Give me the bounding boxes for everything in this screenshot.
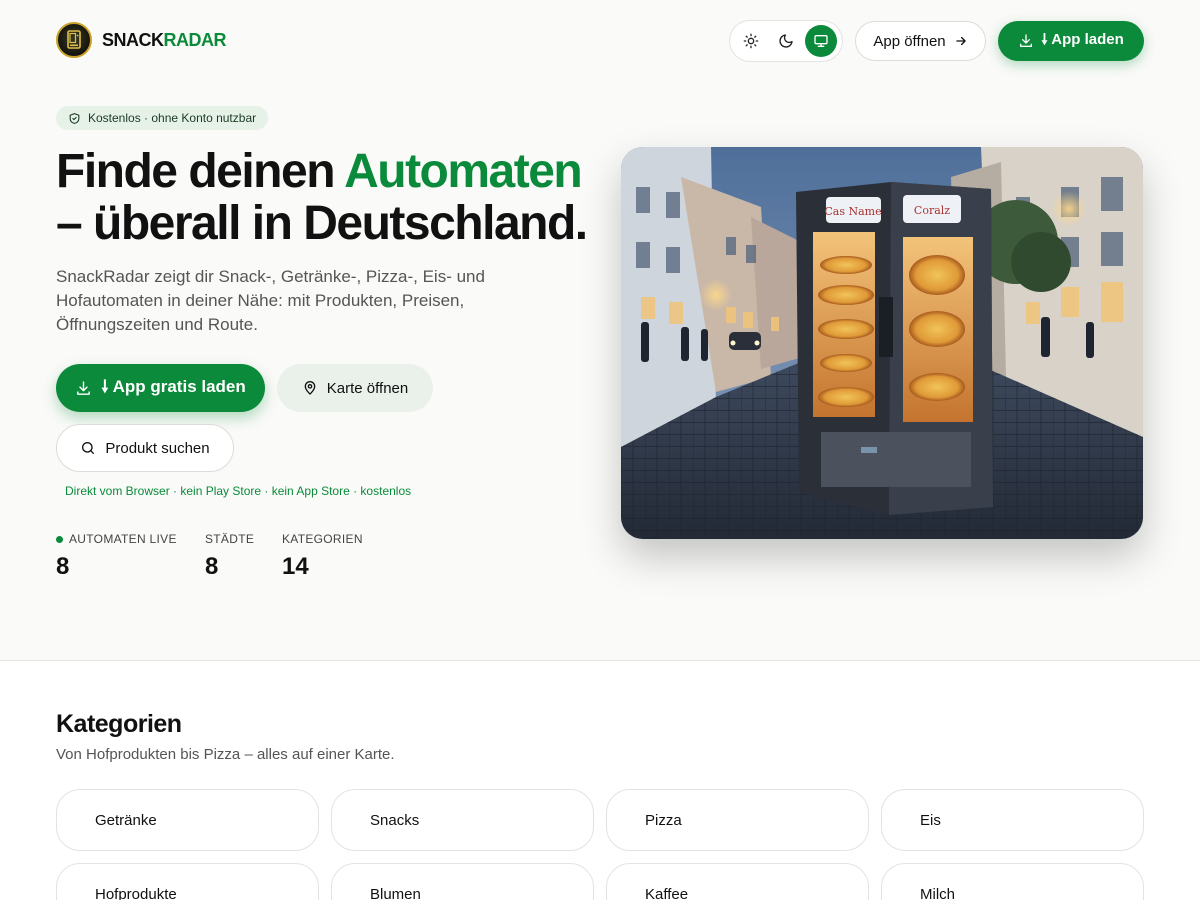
category-card-milch[interactable]: Milch — [881, 863, 1144, 900]
product-search-button[interactable]: Produkt suchen — [56, 424, 234, 472]
open-map-label: Karte öffnen — [326, 379, 409, 397]
app-download-label: 🠗 App gratis laden — [101, 376, 246, 396]
category-label: Getränke — [95, 811, 157, 829]
download-icon — [1020, 34, 1033, 47]
browser-note: Direkt vom Browser · kein Play Store · k… — [65, 484, 412, 498]
stat-categories: KATEGORIEN 14 — [282, 532, 363, 581]
theme-switcher — [729, 20, 843, 62]
machine-sign-left: Cas Name — [824, 205, 881, 218]
product-search-label: Produkt suchen — [105, 439, 210, 457]
stat-cities: STÄDTE 8 — [205, 532, 254, 581]
category-label: Milch — [920, 885, 956, 900]
brand-logo[interactable]: SNACKRADAR — [56, 22, 227, 58]
hero-title-highlight: Automaten — [344, 145, 583, 198]
open-app-button[interactable]: App öffnen — [855, 21, 986, 61]
site-header: SNACKRADAR App öffnen 🠗 App laden — [56, 20, 1144, 62]
category-card-eis[interactable]: Eis — [881, 789, 1144, 851]
open-app-label: App öffnen — [873, 32, 946, 50]
stat-machines-live: AUTOMATEN LIVE 8 — [56, 532, 177, 581]
category-label: Eis — [920, 811, 941, 829]
shield-check-icon — [69, 112, 80, 124]
categories-subtitle: Von Hofprodukten bis Pizza – alles auf e… — [56, 746, 395, 763]
load-app-label: 🠗 App laden — [1041, 30, 1124, 48]
free-badge: Kostenlos · ohne Konto nutzbar — [56, 106, 269, 130]
moon-icon — [779, 34, 793, 48]
stat-label: AUTOMATEN LIVE — [69, 532, 177, 546]
machine-sign-right: Coralz — [914, 204, 950, 217]
theme-dark-button[interactable] — [770, 25, 802, 57]
hero-description: SnackRadar zeigt dir Snack-, Getränke-, … — [56, 267, 485, 334]
search-icon — [82, 442, 95, 454]
stat-label: KATEGORIEN — [282, 532, 363, 546]
category-label: Snacks — [370, 811, 420, 829]
category-card-snacks[interactable]: Snacks — [331, 789, 594, 851]
free-badge-label: Kostenlos · ohne Konto nutzbar — [88, 111, 257, 125]
map-pin-icon — [304, 381, 316, 395]
category-card-kaffee[interactable]: Kaffee — [606, 863, 869, 900]
download-icon — [77, 380, 91, 395]
theme-light-button[interactable] — [735, 25, 767, 57]
live-indicator-dot — [56, 535, 63, 543]
category-label: Pizza — [645, 811, 682, 829]
category-label: Blumen — [370, 885, 421, 900]
category-label: Kaffee — [645, 885, 689, 900]
theme-system-button[interactable] — [804, 25, 837, 57]
categories-title: Kategorien — [56, 710, 182, 738]
sun-icon — [743, 33, 759, 49]
stat-label: STÄDTE — [205, 532, 255, 546]
stat-value: 14 — [282, 553, 309, 580]
hero-image-pizza-vending-machine: Cas Name Coralz — [621, 147, 1143, 539]
category-card-pizza[interactable]: Pizza — [606, 789, 869, 851]
stat-value: 8 — [205, 553, 219, 580]
category-label: Hofprodukte — [95, 885, 177, 900]
arrow-right-icon — [955, 36, 966, 46]
brand-name: SNACKRADAR — [102, 29, 227, 50]
stat-value: 8 — [56, 553, 70, 580]
vending-machine-logo-icon — [56, 22, 92, 58]
category-card-hofprodukte[interactable]: Hofprodukte — [56, 863, 319, 900]
category-card-blumen[interactable]: Blumen — [331, 863, 594, 900]
monitor-icon — [813, 35, 828, 47]
open-map-button[interactable]: Karte öffnen — [277, 364, 433, 412]
category-card-getraenke[interactable]: Getränke — [56, 789, 319, 851]
app-download-button[interactable]: 🠗 App gratis laden — [56, 364, 265, 412]
load-app-button[interactable]: 🠗 App laden — [998, 21, 1144, 61]
hero-title: Finde deinen Automaten – überall in Deuts… — [56, 145, 588, 250]
